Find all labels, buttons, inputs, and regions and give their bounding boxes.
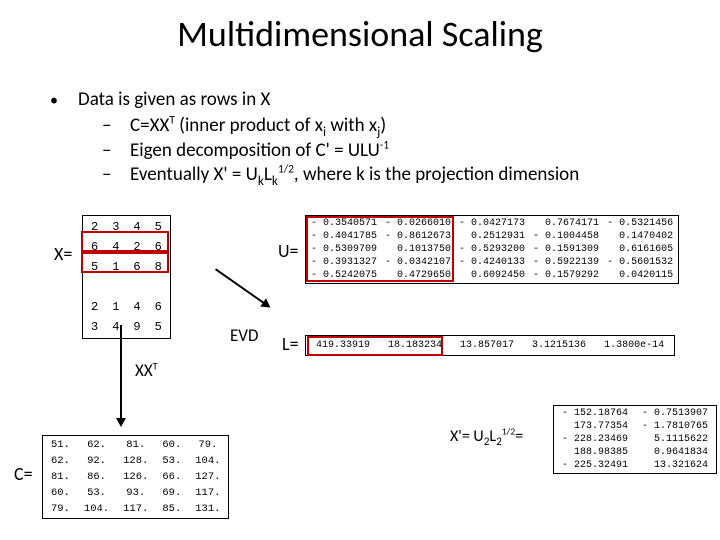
slide-title: Multidimensional Scaling [0,12,720,56]
table-row: - 152.18764- 0.7513907 [556,408,714,419]
matrix-C-label: C= [14,463,33,485]
table-row: 188.983850.9641834 [556,447,714,458]
matrix-X: 2345 6426 5168 2146 3495 [82,215,171,339]
bullet-list: • Data is given as rows in X – C=XXT (in… [50,88,690,188]
bullet-level2: – C=XXT (inner product of xi with xj) [102,114,690,138]
matrix-C: 51.62.81.60.79. 62.92.128.53.104. 81.86.… [42,435,229,519]
matrix-U-label: U= [278,240,299,262]
arrow-diag-icon [215,268,269,307]
bullet-text: Data is given as rows in X [78,88,270,112]
table-row: 5168 [85,258,168,276]
bullet-level2: – Eventually X' = UkLk1/2, where k is th… [102,163,690,187]
table-row: 60.53.93.69.117. [45,486,226,500]
evd-label: EVD [230,325,258,346]
matrix-Xprime: - 152.18764- 0.7513907 173.77354- 1.7810… [553,405,717,474]
table-row: 81.86.126.66.127. [45,470,226,484]
xprime-label: X'= U2L21/2= [450,427,523,446]
table-row [85,278,168,296]
table-row: - 225.3249113.321624 [556,460,714,471]
table-row: 3495 [85,318,168,336]
matrix-X-label: X= [54,243,72,265]
bullet-marker: – [102,163,130,187]
table-row: - 0.3931327- 0.0342107- 0.4240133- 0.592… [308,257,676,268]
bullet-level1: • Data is given as rows in X [50,88,690,112]
matrix-area: X= 2345 6426 5168 2146 3495 XXT EVD C= 5… [0,205,720,540]
bullet-level2: – Eigen decomposition of C' = ULU-1 [102,139,690,163]
slide: Multidimensional Scaling • Data is given… [0,0,720,540]
table-row: 51.62.81.60.79. [45,438,226,452]
bullet-text: Eigen decomposition of C' = ULU-1 [130,139,389,163]
bullet-marker: – [102,139,130,163]
xxt-label: XXT [135,360,158,381]
table-row: - 0.53097090.1013750- 0.5293200- 0.15913… [308,244,676,255]
table-row: - 0.3540571- 0.0266010- 0.04271730.76741… [308,218,676,229]
table-row: 2146 [85,298,168,316]
bullet-marker: – [102,114,130,138]
table-row: 419.3391918.18323413.8570173.12151361.38… [308,338,672,353]
table-row: - 0.52420750.47296500.6092450- 0.1579292… [308,270,676,281]
bullet-text: C=XXT (inner product of xi with xj) [130,114,386,138]
table-row: 173.77354- 1.7810765 [556,421,714,432]
table-row: - 228.234695.1115622 [556,434,714,445]
table-row: - 0.4041785- 0.86126730.2512931- 0.10044… [308,231,676,242]
matrix-U: - 0.3540571- 0.0266010- 0.04271730.76741… [305,215,679,284]
matrix-L-label: L= [282,333,299,355]
matrix-L: 419.3391918.18323413.8570173.12151361.38… [305,335,675,356]
bullet-text: Eventually X' = UkLk1/2, where k is the … [130,163,579,187]
table-row: 6426 [85,238,168,256]
arrow-down-icon [120,325,122,425]
table-row: 79.104.117.85.131. [45,502,226,516]
table-row: 2345 [85,218,168,236]
bullet-marker: • [50,88,78,112]
table-row: 62.92.128.53.104. [45,454,226,468]
